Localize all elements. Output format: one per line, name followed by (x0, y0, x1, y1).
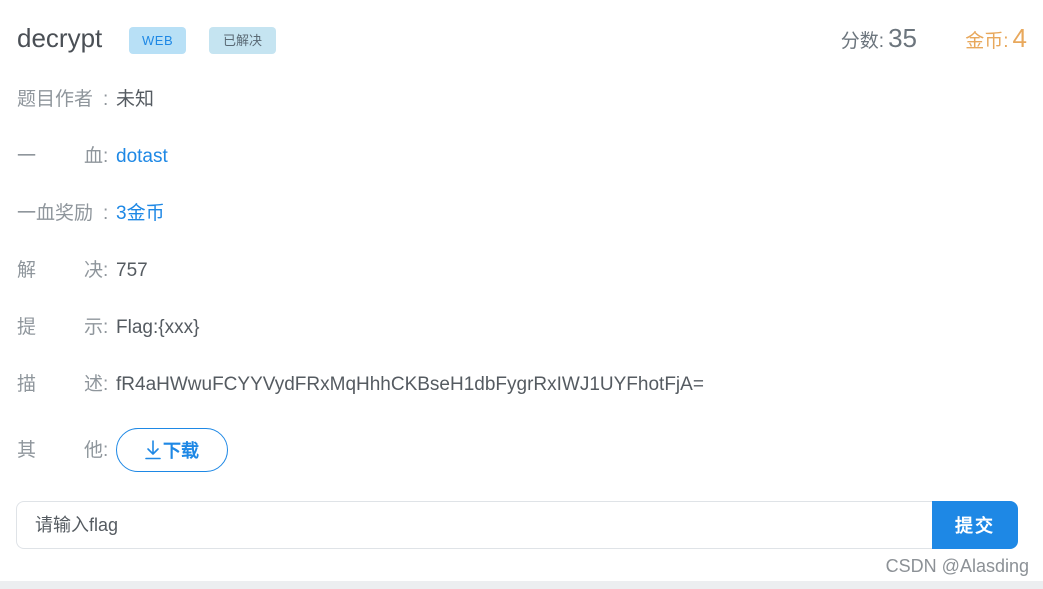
challenge-title: decrypt (17, 23, 103, 53)
solves-label-char-2: 决 (83, 260, 103, 281)
category-tag: WEB (129, 27, 187, 54)
first-blood-label: 一 血 (17, 142, 103, 172)
first-blood-label-char-1: 一 (17, 146, 37, 167)
download-button[interactable]: 下载 (116, 428, 228, 472)
solves-label-char-1: 解 (17, 260, 37, 281)
download-arrow-icon (145, 440, 161, 460)
download-label: 下载 (163, 441, 199, 461)
hint-value: Flag:{xxx} (116, 317, 200, 338)
score-value: 35 (888, 23, 917, 53)
description-label-char-1: 描 (17, 374, 37, 395)
first-blood-reward-value: 3金币 (116, 203, 165, 224)
solves-colon: : (103, 260, 109, 281)
score-display: 分数: 35 (841, 22, 917, 58)
flag-input[interactable] (16, 501, 933, 549)
coins-display: 金币: 4 (965, 22, 1027, 58)
description-label-char-2: 述 (83, 374, 103, 395)
other-label-char-1: 其 (17, 440, 37, 461)
hint-label: 提 示 (17, 313, 103, 343)
status-badge: 已解决 (209, 27, 277, 54)
description-colon: : (103, 374, 109, 395)
first-blood-label-char-2: 血 (83, 146, 103, 167)
first-blood-user-link[interactable]: dotast (116, 142, 168, 172)
other-colon: : (103, 440, 109, 461)
score-label: 分数: (840, 31, 885, 52)
coins-label: 金币: (965, 31, 1009, 52)
hint-label-char-2: 示 (83, 317, 103, 338)
bottom-divider (0, 581, 1043, 589)
first-blood-reward-label: 一血奖励 (17, 203, 94, 224)
solves-value: 757 (116, 260, 148, 281)
other-label: 其 他 (17, 436, 103, 466)
challenge-header: decrypt WEB 已解决 分数: 35 金币: 4 (17, 20, 1027, 60)
author-value: 未知 (116, 89, 155, 110)
author-label: 题目作者 (17, 89, 94, 110)
hint-label-char-1: 提 (17, 317, 37, 338)
description-label: 描 述 (17, 370, 103, 400)
watermark: CSDN @Alasding (885, 556, 1029, 576)
description-value: fR4aHWwuFCYYVydFRxMqHhhCKBseH1dbFygrRxIW… (116, 374, 704, 395)
first-blood-reward-colon: : (103, 203, 109, 224)
first-blood-colon: : (103, 146, 109, 167)
other-label-char-2: 他 (83, 440, 103, 461)
submit-button[interactable]: 提交 (932, 501, 1018, 549)
coins-value: 4 (1012, 23, 1027, 53)
author-colon: : (103, 89, 109, 110)
solves-label: 解 决 (17, 256, 103, 286)
hint-colon: : (103, 317, 109, 338)
